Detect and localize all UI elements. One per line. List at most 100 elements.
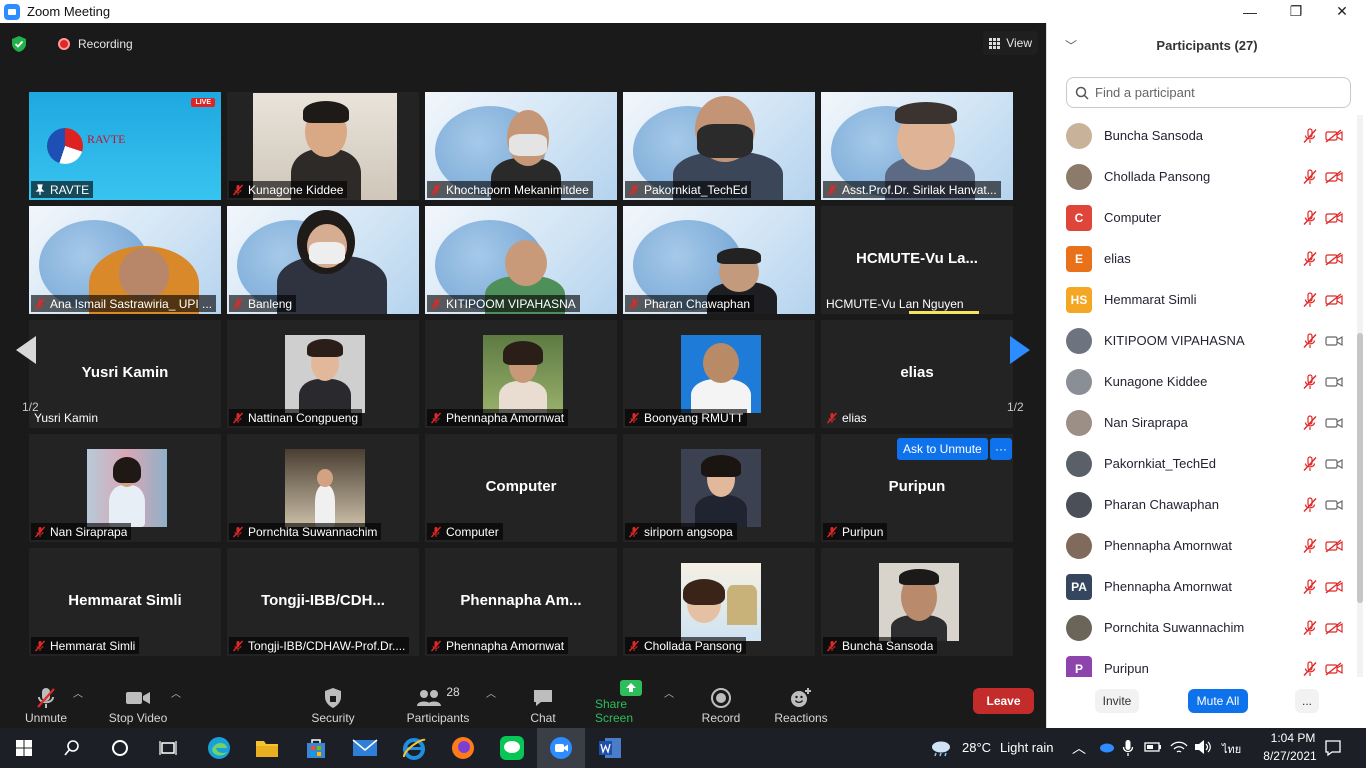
zoom-taskbar-button[interactable]	[537, 728, 585, 768]
video-tile[interactable]: Phennapha Amornwat	[425, 320, 617, 428]
share-options-caret-icon[interactable]: ︿	[664, 685, 674, 700]
encryption-shield-icon[interactable]	[10, 35, 28, 53]
video-tile[interactable]: Yusri Kamin Yusri Kamin	[29, 320, 221, 428]
leave-button[interactable]: Leave	[973, 688, 1034, 714]
participant-row[interactable]: Pakornkiat_TechEd	[1047, 443, 1357, 484]
video-tile[interactable]: KITIPOOM VIPAHASNA	[425, 206, 617, 314]
video-tile[interactable]: Computer Computer	[425, 434, 617, 542]
edge-taskbar-button[interactable]	[195, 728, 243, 768]
video-tile[interactable]: Buncha Sansoda	[821, 548, 1013, 656]
start-button[interactable]	[0, 728, 48, 768]
clock-date[interactable]: 8/27/2021	[1254, 749, 1326, 763]
close-window-button[interactable]: ✕	[1319, 0, 1365, 23]
task-view-button[interactable]	[144, 728, 192, 768]
video-on-icon[interactable]	[1325, 375, 1343, 389]
video-off-icon[interactable]	[1325, 210, 1343, 225]
next-page-arrow-icon[interactable]	[1010, 336, 1030, 364]
muted-mic-icon[interactable]	[1302, 619, 1318, 636]
mail-taskbar-button[interactable]	[341, 728, 389, 768]
muted-mic-icon[interactable]	[1302, 496, 1318, 513]
weather-temperature[interactable]: 28°C	[962, 740, 991, 755]
video-tile[interactable]: Kunagone Kiddee	[227, 92, 419, 200]
video-tile[interactable]: Phennapha Am... Phennapha Amornwat	[425, 548, 617, 656]
weather-cloud-rain-icon[interactable]	[930, 739, 952, 757]
video-off-icon[interactable]	[1325, 292, 1343, 307]
participants-options-caret-icon[interactable]: ︿	[486, 685, 496, 700]
search-taskbar-button[interactable]	[48, 728, 96, 768]
ask-to-unmute-button[interactable]: Ask to Unmute	[897, 438, 988, 460]
video-on-icon[interactable]	[1325, 498, 1343, 512]
store-taskbar-button[interactable]	[292, 728, 340, 768]
line-taskbar-button[interactable]	[488, 728, 536, 768]
invite-button[interactable]: Invite	[1095, 689, 1139, 713]
muted-mic-icon[interactable]	[1302, 291, 1318, 308]
participant-row[interactable]: HS Hemmarat Simli	[1047, 279, 1357, 320]
video-tile[interactable]: Pornchita Suwannachim	[227, 434, 419, 542]
weather-condition[interactable]: Light rain	[1000, 740, 1053, 755]
muted-mic-icon[interactable]	[1302, 414, 1318, 431]
video-tile[interactable]: Khochaporn Mekanimitdee	[425, 92, 617, 200]
clock-time[interactable]: 1:04 PM	[1262, 731, 1324, 745]
file-explorer-taskbar-button[interactable]	[243, 728, 291, 768]
video-tile[interactable]: Boonyang RMUTT	[623, 320, 815, 428]
muted-mic-icon[interactable]	[1302, 332, 1318, 349]
video-tile[interactable]: Pharan Chawaphan	[623, 206, 815, 314]
video-tile[interactable]: siriporn angsopa	[623, 434, 815, 542]
participant-row[interactable]: Phennapha Amornwat	[1047, 525, 1357, 566]
muted-mic-icon[interactable]	[1302, 455, 1318, 472]
video-off-icon[interactable]	[1325, 661, 1343, 676]
maximize-button[interactable]: ❐	[1273, 0, 1319, 23]
record-button[interactable]: Record	[700, 679, 742, 725]
participant-row[interactable]: Eelias	[1047, 238, 1357, 279]
view-button[interactable]: View	[983, 31, 1038, 55]
show-hidden-icons-chevron-icon[interactable]: ︿	[1072, 738, 1086, 758]
video-on-icon[interactable]	[1325, 416, 1343, 430]
panel-more-button[interactable]: ...	[1295, 689, 1319, 713]
video-tile[interactable]: Hemmarat Simli Hemmarat Simli	[29, 548, 221, 656]
video-tile[interactable]: RAVTE LIVE RAVTE	[29, 92, 221, 200]
muted-mic-icon[interactable]	[1302, 127, 1318, 144]
participant-row[interactable]: Pornchita Suwannachim	[1047, 607, 1357, 648]
firefox-taskbar-button[interactable]	[439, 728, 487, 768]
video-tile[interactable]: elias elias	[821, 320, 1013, 428]
participant-row[interactable]: C Computer	[1047, 197, 1357, 238]
video-off-icon[interactable]	[1325, 251, 1343, 266]
muted-mic-icon[interactable]	[1302, 209, 1318, 226]
participant-row[interactable]: Kunagone Kiddee	[1047, 361, 1357, 402]
participants-button[interactable]: 28 Participants	[404, 679, 472, 725]
participant-row[interactable]: PA Phennapha Amornwat	[1047, 566, 1357, 607]
muted-mic-icon[interactable]	[1302, 250, 1318, 267]
volume-speaker-icon[interactable]	[1193, 739, 1213, 755]
audio-options-caret-icon[interactable]: ︿	[73, 685, 83, 700]
muted-mic-icon[interactable]	[1302, 537, 1318, 554]
video-on-icon[interactable]	[1325, 334, 1343, 348]
participant-row[interactable]: Buncha Sansoda	[1047, 115, 1357, 156]
microphone-tray-icon[interactable]	[1122, 739, 1134, 757]
mute-all-button[interactable]: Mute All	[1188, 689, 1248, 713]
video-off-icon[interactable]	[1325, 169, 1343, 184]
internet-explorer-taskbar-button[interactable]	[390, 728, 438, 768]
video-options-caret-icon[interactable]: ︿	[171, 685, 181, 700]
scrollbar-thumb[interactable]	[1357, 333, 1363, 603]
video-tile[interactable]: Nan Siraprapa	[29, 434, 221, 542]
reactions-button[interactable]: Reactions	[773, 679, 829, 725]
participant-search-input[interactable]: Find a participant	[1066, 77, 1351, 108]
video-tile[interactable]: Tongji-IBB/CDH... Tongji-IBB/CDHAW-Prof.…	[227, 548, 419, 656]
chat-button[interactable]: Chat	[526, 679, 560, 725]
video-tile[interactable]: Chollada Pansong	[623, 548, 815, 656]
minimize-button[interactable]: —	[1227, 0, 1273, 23]
security-button[interactable]: Security	[307, 679, 359, 725]
notification-center-icon[interactable]	[1324, 739, 1342, 757]
muted-mic-icon[interactable]	[1302, 168, 1318, 185]
video-tile[interactable]: Banleng	[227, 206, 419, 314]
participant-row[interactable]: P Puripun	[1047, 648, 1357, 677]
participant-row[interactable]: Chollada Pansong	[1047, 156, 1357, 197]
video-tile[interactable]: Ana Ismail Sastrawiria_ UPI ...	[29, 206, 221, 314]
video-off-icon[interactable]	[1325, 538, 1343, 553]
participant-row[interactable]: Pharan Chawaphan	[1047, 484, 1357, 525]
previous-page-arrow-icon[interactable]	[16, 336, 36, 364]
muted-mic-icon[interactable]	[1302, 373, 1318, 390]
muted-mic-icon[interactable]	[1302, 578, 1318, 595]
share-screen-button[interactable]: Share Screen	[595, 679, 667, 725]
recording-icon[interactable]	[58, 38, 70, 50]
